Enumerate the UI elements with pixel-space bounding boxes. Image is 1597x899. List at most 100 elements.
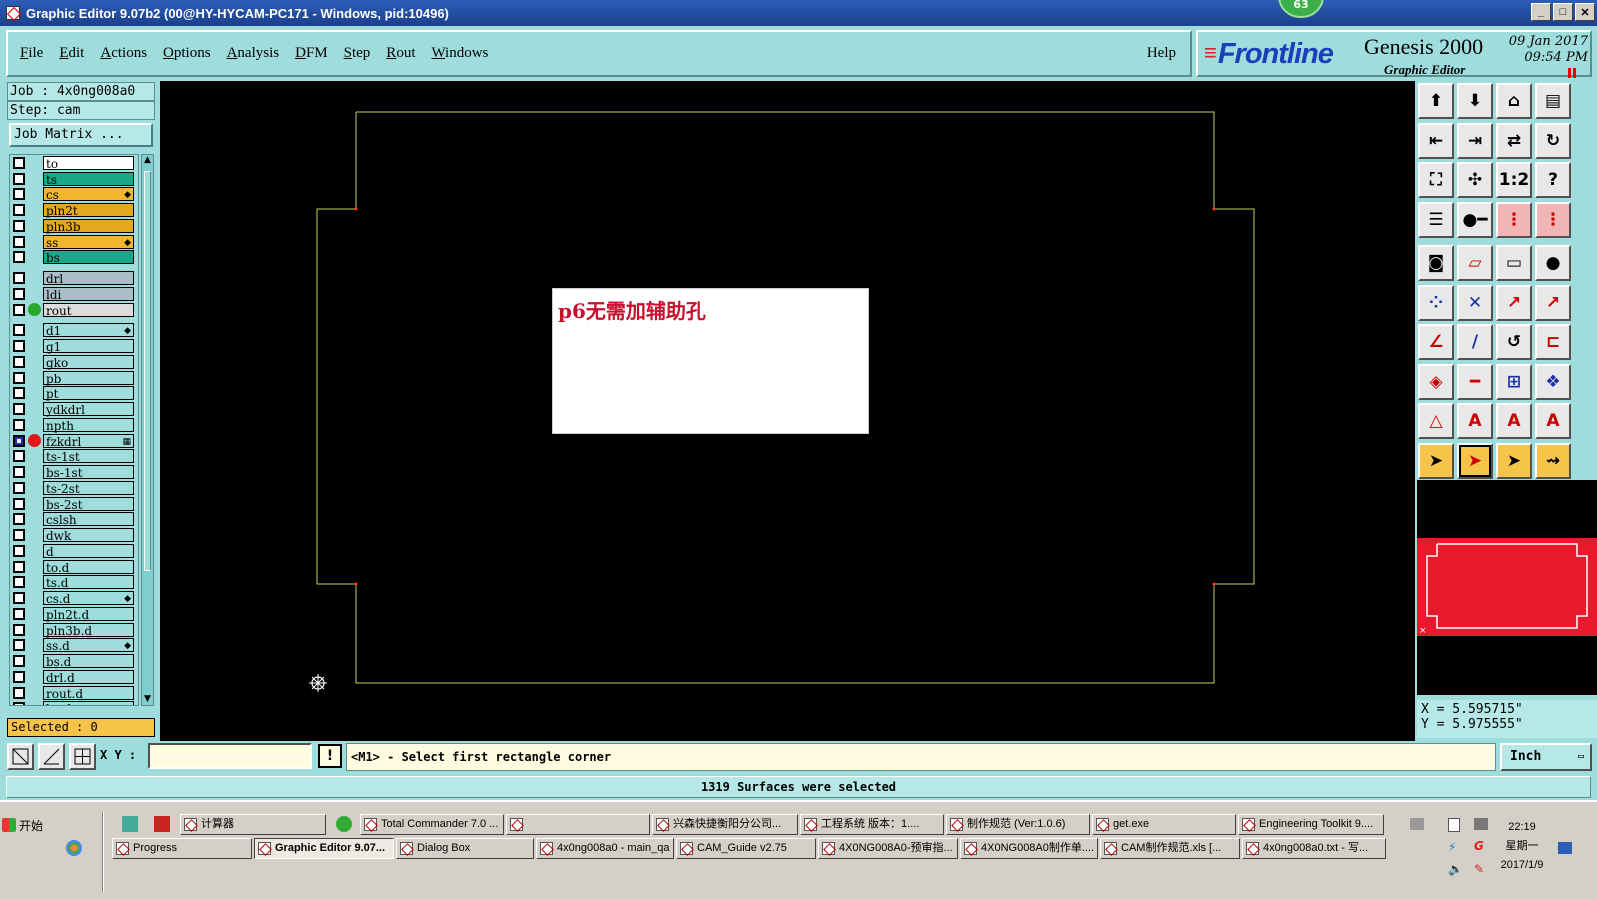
layer-name[interactable]: cs ◆ bbox=[43, 187, 134, 202]
layer-name[interactable]: pln3b.d bbox=[43, 622, 134, 638]
layer-name[interactable]: d1 ◆ bbox=[43, 323, 134, 338]
layer-checkbox[interactable] bbox=[13, 529, 25, 542]
layer-row[interactable]: cs ◆ bbox=[10, 187, 138, 202]
units-selector[interactable]: Inch ▭ bbox=[1500, 743, 1592, 771]
layer-row[interactable]: ydkdrl bbox=[10, 401, 138, 417]
network-icon[interactable] bbox=[1474, 818, 1488, 830]
layer-row[interactable]: cs.d ◆ bbox=[10, 590, 138, 606]
layer-scrollbar[interactable]: ▲ ▼ bbox=[141, 154, 154, 706]
layer-checkbox[interactable] bbox=[13, 466, 25, 479]
layer-row[interactable]: d1 ◆ bbox=[10, 323, 138, 338]
taskbar-button[interactable]: 制作规范 (Ver:1.0.6) bbox=[946, 814, 1090, 835]
layer-row[interactable]: bs-2st bbox=[10, 496, 138, 512]
layer-checkbox[interactable] bbox=[13, 497, 25, 510]
taskbar-button[interactable]: Total Commander 7.0 ... bbox=[360, 814, 504, 835]
add-surface-tool-button[interactable]: ▱ bbox=[1457, 245, 1493, 281]
taskbar-button[interactable]: 4x0ng008a0.txt - 写... bbox=[1242, 838, 1386, 859]
layer-checkbox[interactable] bbox=[13, 324, 25, 337]
layer-row[interactable]: d bbox=[10, 543, 138, 559]
home-tool-button[interactable]: ⌂ bbox=[1496, 83, 1532, 119]
layer-row[interactable]: pt bbox=[10, 386, 138, 401]
scroll-up-icon[interactable]: ▲ bbox=[142, 155, 153, 166]
layer-down-tool-button[interactable]: ⬇ bbox=[1457, 83, 1493, 119]
layer-name[interactable]: bs.d bbox=[43, 701, 134, 705]
layer-name[interactable]: ss ◆ bbox=[43, 234, 134, 250]
layer-row[interactable]: g1 bbox=[10, 338, 138, 354]
layer-checkbox[interactable] bbox=[13, 188, 25, 201]
layer-checkbox[interactable] bbox=[13, 655, 25, 668]
text-a-tool-button[interactable]: △ bbox=[1418, 403, 1454, 439]
layer-name[interactable]: rout bbox=[43, 302, 134, 318]
line-red-2-tool-button[interactable]: ↗ bbox=[1535, 284, 1571, 321]
text-a-2-tool-button[interactable]: A bbox=[1457, 403, 1493, 439]
layer-row[interactable]: pln3b bbox=[10, 218, 138, 234]
layer-name[interactable]: ts.d bbox=[43, 575, 134, 590]
text-a-3-tool-button[interactable]: A bbox=[1496, 403, 1532, 439]
menu-help[interactable]: Help bbox=[1147, 45, 1176, 62]
layer-row[interactable]: pln2t bbox=[10, 202, 138, 218]
layer-checkbox[interactable] bbox=[13, 513, 25, 526]
job-matrix-button[interactable]: Job Matrix ... bbox=[9, 123, 153, 147]
select-arrow-active-tool-button[interactable]: ➤ bbox=[1457, 442, 1493, 479]
layer-checkbox[interactable] bbox=[13, 403, 25, 416]
layer-name[interactable]: to bbox=[43, 155, 134, 171]
layer-name[interactable]: pln3b bbox=[43, 218, 134, 234]
taskbar-button[interactable]: 工程系统 版本：1.... bbox=[800, 814, 944, 835]
taskbar-button[interactable]: 4X0NG008A0-预审指... bbox=[818, 838, 958, 859]
circle-pad-tool-button[interactable]: ● bbox=[1535, 245, 1571, 281]
layer-checkbox[interactable] bbox=[13, 434, 25, 447]
device-icon[interactable] bbox=[1448, 818, 1460, 832]
measure-button[interactable] bbox=[38, 743, 65, 770]
layer-checkbox[interactable] bbox=[13, 418, 25, 431]
layer-row[interactable]: ts.d bbox=[10, 575, 138, 590]
layer-row[interactable]: drl bbox=[10, 270, 138, 286]
volume-icon[interactable]: 🔈 bbox=[1448, 862, 1463, 876]
arc-tool-button[interactable]: ↺ bbox=[1496, 324, 1532, 360]
layer-checkbox[interactable] bbox=[13, 204, 25, 217]
taskbar-button[interactable]: 兴森快捷衡阳分公司... bbox=[652, 814, 798, 835]
quicklaunch-icon-1[interactable] bbox=[122, 816, 138, 832]
angle-tool-button[interactable]: ∠ bbox=[1418, 324, 1454, 360]
layer-name[interactable]: npth bbox=[43, 417, 134, 433]
layer-checkbox[interactable] bbox=[13, 686, 25, 699]
layer-name[interactable]: cslsh bbox=[43, 512, 134, 527]
window-split-tool-button[interactable]: ▤ bbox=[1535, 83, 1571, 119]
point-red-tool-button[interactable]: ◈ bbox=[1418, 363, 1454, 400]
layer-checkbox[interactable] bbox=[13, 235, 25, 248]
layer-checkbox[interactable] bbox=[13, 287, 25, 300]
layer-row[interactable]: npth bbox=[10, 417, 138, 433]
help-query-tool-button[interactable]: ? bbox=[1535, 162, 1571, 198]
layer-row[interactable]: rout.d bbox=[10, 685, 138, 701]
layer-row[interactable]: gko bbox=[10, 354, 138, 370]
taskbar-button[interactable]: Progress bbox=[112, 838, 252, 859]
ruler-tool-button[interactable]: ▭ bbox=[1496, 245, 1532, 281]
layer-name[interactable]: ts bbox=[43, 171, 134, 187]
layer-checkbox[interactable] bbox=[13, 450, 25, 463]
layer-row[interactable]: pb bbox=[10, 370, 138, 386]
menu-windows[interactable]: Windows bbox=[431, 45, 488, 62]
layer-row[interactable]: ts-1st bbox=[10, 449, 138, 464]
g-tray-icon[interactable]: G bbox=[1474, 839, 1484, 853]
layer-name[interactable]: bs-2st bbox=[43, 496, 134, 512]
layer-checkbox[interactable] bbox=[13, 544, 25, 557]
layer-row[interactable]: drl.d bbox=[10, 669, 138, 685]
add-pad-tool-button[interactable]: ◙ bbox=[1418, 245, 1454, 281]
layer-row[interactable]: ldi bbox=[10, 286, 138, 302]
layer-name[interactable]: drl bbox=[43, 271, 134, 286]
layer-name[interactable]: bs bbox=[43, 250, 134, 265]
layer-name[interactable]: cs.d ◆ bbox=[43, 591, 134, 606]
layer-name[interactable]: drl.d bbox=[43, 669, 134, 685]
ie-icon[interactable] bbox=[336, 816, 352, 832]
taskbar-button[interactable]: 计算器 bbox=[180, 814, 326, 835]
layer-row[interactable]: bs-1st bbox=[10, 464, 138, 480]
layer-row[interactable]: ts bbox=[10, 171, 138, 187]
layer-row[interactable]: rout bbox=[10, 302, 138, 318]
layer-name[interactable]: ldi bbox=[43, 286, 134, 302]
layer-checkbox[interactable] bbox=[13, 702, 25, 705]
alert-button[interactable]: ! bbox=[318, 744, 342, 768]
menu-file[interactable]: File bbox=[20, 45, 43, 62]
layer-name[interactable]: ts-1st bbox=[43, 449, 134, 464]
scroll-down-icon[interactable]: ▼ bbox=[142, 694, 153, 705]
menu-edit[interactable]: Edit bbox=[59, 45, 84, 62]
menu-rout[interactable]: Rout bbox=[386, 45, 415, 62]
